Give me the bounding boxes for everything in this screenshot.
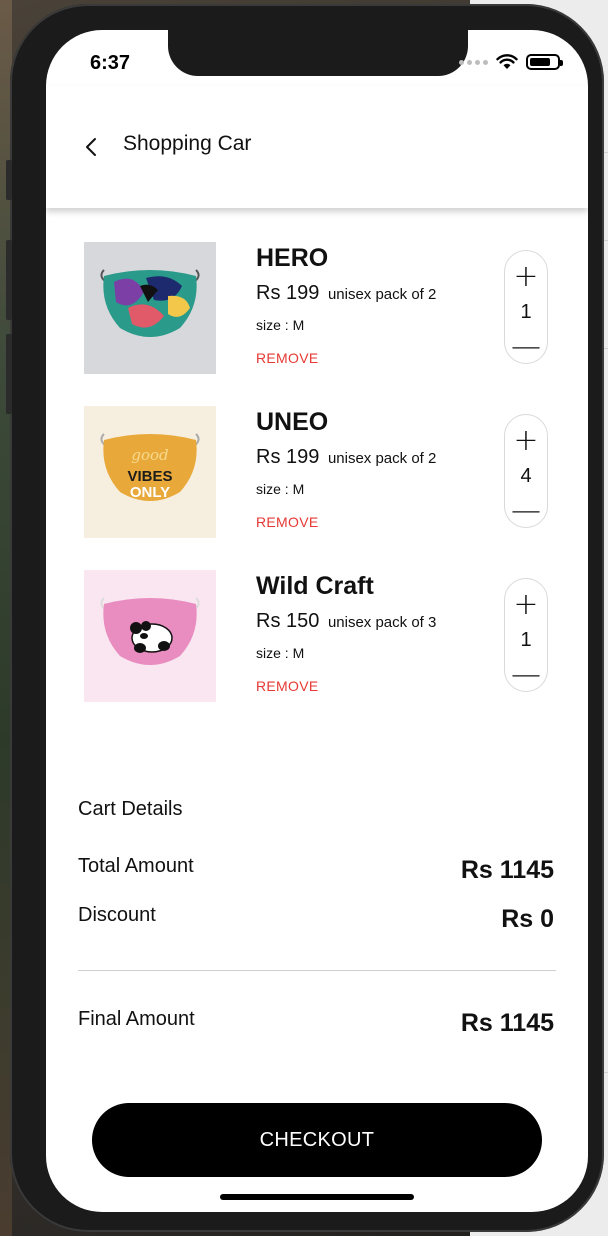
- final-amount-value: Rs 1145: [460, 1009, 554, 1037]
- status-time: 6:37: [90, 52, 131, 74]
- back-button[interactable]: [80, 132, 104, 162]
- cart-item: Wild Craft Rs 150 unisex pack of 3 size …: [46, 570, 588, 710]
- final-amount-label: Final Amount: [78, 1008, 195, 1030]
- product-image: [84, 242, 216, 374]
- home-indicator[interactable]: [220, 1194, 414, 1200]
- product-name: Wild Craft: [256, 572, 374, 600]
- product-image: good VIBES ONLY: [84, 406, 216, 538]
- remove-button[interactable]: REMOVE: [256, 350, 318, 366]
- cart-item: HERO Rs 199 unisex pack of 2 size : M RE…: [46, 242, 588, 382]
- battery-level: [530, 58, 550, 66]
- product-price: Rs 150: [256, 610, 320, 632]
- increment-button[interactable]: +: [505, 425, 547, 457]
- product-pack: unisex pack of 3: [327, 614, 437, 631]
- product-image: [84, 570, 216, 702]
- chevron-left-icon: [86, 138, 96, 156]
- mask-image: [84, 242, 216, 374]
- product-name: HERO: [256, 244, 329, 272]
- remove-button[interactable]: REMOVE: [256, 678, 318, 694]
- quantity-value: 1: [520, 301, 532, 323]
- total-amount-label: Total Amount: [78, 855, 194, 877]
- remove-button[interactable]: REMOVE: [256, 514, 318, 530]
- discount-value: Rs 0: [501, 905, 554, 933]
- cart-item: good VIBES ONLY UNEO Rs 199 unisex pack …: [46, 406, 588, 546]
- mask-print-only: ONLY: [130, 484, 170, 501]
- decrement-button[interactable]: —: [505, 331, 547, 363]
- cart-details-title: Cart Details: [78, 798, 183, 820]
- product-price-line: Rs 150 unisex pack of 3: [256, 610, 436, 633]
- app-screen: 6:37 Shopping Car HERO Rs 199 unisex pac…: [46, 30, 588, 1212]
- discount-label: Discount: [78, 904, 156, 926]
- volume-up-button: [6, 240, 12, 320]
- app-header: Shopping Car: [46, 86, 588, 208]
- wifi-icon: [496, 54, 518, 69]
- product-price-line: Rs 199 unisex pack of 2: [256, 282, 436, 305]
- product-price-line: Rs 199 unisex pack of 2: [256, 446, 436, 469]
- product-size: size : M: [256, 317, 305, 333]
- total-amount-value: Rs 1145: [460, 856, 554, 884]
- status-icons: [459, 54, 563, 70]
- increment-button[interactable]: +: [505, 589, 547, 621]
- page-title: Shopping Car: [123, 132, 252, 155]
- notch: [168, 30, 468, 76]
- mask-print-vibes: VIBES: [127, 468, 172, 485]
- product-pack: unisex pack of 2: [327, 450, 437, 467]
- product-pack: unisex pack of 2: [327, 286, 437, 303]
- quantity-stepper: + 4 —: [504, 414, 548, 528]
- product-size: size : M: [256, 481, 305, 497]
- product-price: Rs 199: [256, 446, 320, 468]
- quantity-stepper: + 1 —: [504, 578, 548, 692]
- phone-frame: 6:37 Shopping Car HERO Rs 199 unisex pac…: [6, 4, 604, 1232]
- mask-image: [84, 570, 216, 702]
- mute-switch: [6, 160, 12, 200]
- mask-print-good: good: [131, 446, 168, 464]
- mask-image: good VIBES ONLY: [84, 406, 216, 538]
- volume-down-button: [6, 334, 12, 414]
- decrement-button[interactable]: —: [505, 659, 547, 691]
- decrement-button[interactable]: —: [505, 495, 547, 527]
- product-size: size : M: [256, 645, 305, 661]
- battery-icon: [526, 54, 563, 70]
- product-price: Rs 199: [256, 282, 320, 304]
- divider: [78, 970, 556, 971]
- increment-button[interactable]: +: [505, 261, 547, 293]
- quantity-value: 1: [520, 629, 532, 651]
- checkout-button[interactable]: CHECKOUT: [92, 1103, 542, 1177]
- product-name: UNEO: [256, 408, 329, 436]
- cellular-signal-icon: [459, 59, 488, 65]
- quantity-stepper: + 1 —: [504, 250, 548, 364]
- quantity-value: 4: [520, 465, 532, 487]
